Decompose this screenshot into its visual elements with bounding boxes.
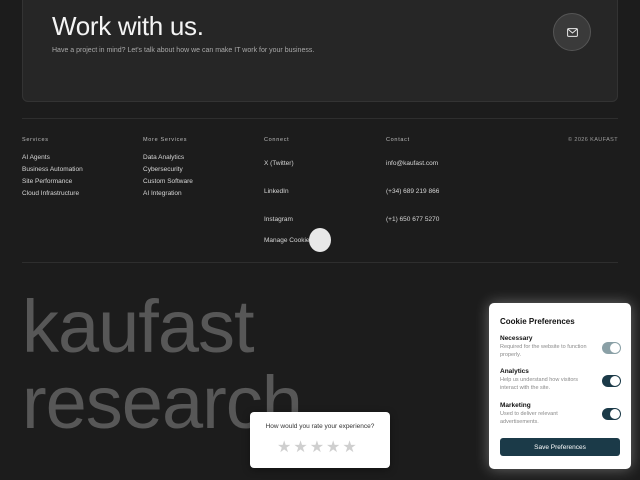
footer-link[interactable]: Cloud Infrastructure (22, 190, 79, 197)
footer-heading-connect: Connect (264, 137, 290, 143)
cookie-section-desc: Required for the website to function pro… (500, 344, 587, 358)
cookie-section-desc: Help us understand how visitors interact… (500, 377, 578, 391)
cookie-preferences-panel: Cookie Preferences Necessary Required fo… (489, 303, 631, 469)
footer-heading-more-services: More Services (143, 137, 188, 143)
footer-link[interactable]: AI Agents (22, 154, 50, 161)
contact-phone[interactable]: (+1) 650 677 5270 (386, 216, 439, 223)
footer-link[interactable]: Business Automation (22, 166, 83, 173)
footer-link[interactable]: Cybersecurity (143, 166, 183, 173)
cookie-title: Cookie Preferences (500, 317, 575, 326)
contact-phone[interactable]: (+34) 689 219 866 (386, 188, 439, 195)
mail-icon (566, 27, 578, 37)
divider (22, 262, 618, 263)
cookie-section-name: Marketing (500, 402, 531, 409)
cookie-section-name: Necessary (500, 335, 533, 342)
footer-link[interactable]: Custom Software (143, 178, 193, 185)
footer-link-linkedin[interactable]: LinkedIn (264, 188, 289, 195)
cookie-section-necessary: Necessary Required for the website to fu… (500, 335, 595, 360)
star-icon[interactable]: ★ (277, 440, 291, 456)
toggle-marketing[interactable] (602, 408, 621, 420)
cookie-section-name: Analytics (500, 368, 529, 375)
divider (22, 118, 618, 119)
footer-link[interactable]: Site Performance (22, 178, 72, 185)
footer-link-manage-cookies[interactable]: Manage Cookies (264, 237, 313, 244)
cta-panel: Work with us. Have a project in mind? Le… (22, 0, 618, 102)
cookie-section-desc: Used to deliver relevant advertisements. (500, 411, 558, 425)
footer-link[interactable]: AI Integration (143, 190, 182, 197)
cookie-section-marketing: Marketing Used to deliver relevant adver… (500, 402, 595, 427)
footer-heading-services: Services (22, 137, 49, 143)
contact-email[interactable]: info@kaufast.com (386, 160, 438, 167)
rating-widget: How would you rate your experience? ★ ★ … (250, 412, 390, 468)
star-icon[interactable]: ★ (293, 440, 307, 456)
cookie-section-analytics: Analytics Help us understand how visitor… (500, 368, 595, 393)
footer-link-twitter[interactable]: X (Twitter) (264, 160, 294, 167)
brand-wordmark-line1: kaufast (22, 285, 255, 368)
cursor-dot (309, 228, 331, 252)
rating-question: How would you rate your experience? (265, 423, 375, 430)
toggle-analytics[interactable] (602, 375, 621, 387)
contact-mail-button[interactable] (553, 13, 591, 51)
star-icon[interactable]: ★ (342, 440, 356, 456)
footer-link[interactable]: Data Analytics (143, 154, 184, 161)
toggle-necessary (602, 342, 621, 354)
footer-link-instagram[interactable]: Instagram (264, 216, 293, 223)
copyright: © 2026 KAUFAST (567, 137, 618, 143)
save-preferences-button[interactable]: Save Preferences (500, 438, 620, 456)
footer-heading-contact: Contact (386, 137, 410, 143)
cta-subtitle: Have a project in mind? Let's talk about… (52, 47, 315, 54)
rating-stars: ★ ★ ★ ★ ★ (277, 440, 357, 456)
star-icon[interactable]: ★ (326, 440, 340, 456)
star-icon[interactable]: ★ (310, 440, 324, 456)
cta-title: Work with us. (52, 11, 204, 41)
